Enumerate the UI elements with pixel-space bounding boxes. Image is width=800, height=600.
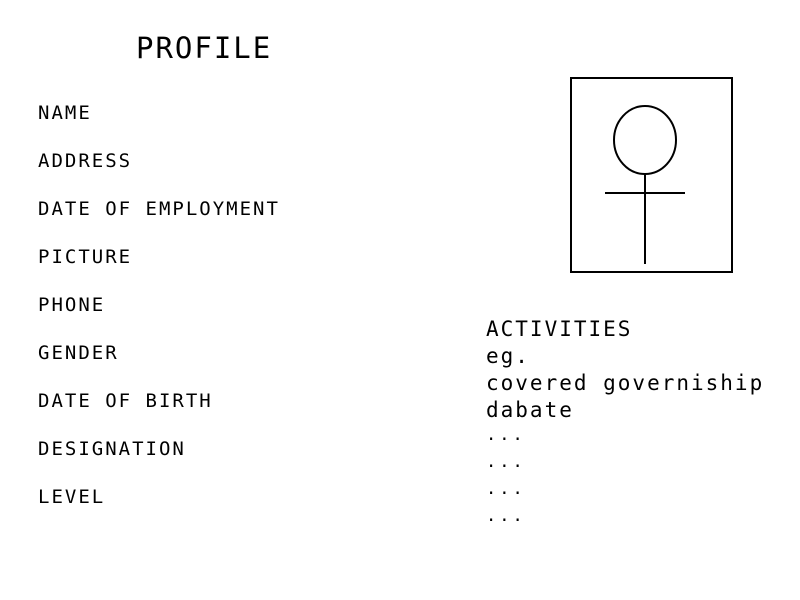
profile-field-list: NAME ADDRESS DATE OF EMPLOYMENT PICTURE …	[38, 100, 280, 532]
activity-placeholder-ellipsis: ...	[486, 506, 526, 526]
profile-picture-frame[interactable]	[570, 77, 733, 273]
activity-placeholder-ellipsis: ...	[486, 479, 526, 499]
field-label-date-of-birth: DATE OF BIRTH	[38, 390, 213, 412]
field-label-address: ADDRESS	[38, 150, 133, 172]
person-head	[613, 105, 677, 175]
field-label-phone: PHONE	[38, 294, 106, 316]
activities-example-label: eg.	[486, 344, 530, 368]
activities-heading: ACTIVITIES	[486, 317, 633, 341]
field-label-gender: GENDER	[38, 342, 119, 364]
activities-section: ACTIVITIES eg. covered governiship dabat…	[486, 316, 764, 532]
field-label-designation: DESIGNATION	[38, 438, 186, 460]
activity-item: dabate	[486, 398, 574, 422]
field-label-picture: PICTURE	[38, 246, 133, 268]
page-title: PROFILE	[136, 31, 273, 65]
activity-placeholder-ellipsis: ...	[486, 452, 526, 472]
field-label-date-of-employment: DATE OF EMPLOYMENT	[38, 198, 280, 220]
activity-item: covered governiship	[486, 371, 765, 395]
field-label-name: NAME	[38, 102, 92, 124]
activity-placeholder-ellipsis: ...	[486, 425, 526, 445]
field-label-level: LEVEL	[38, 486, 106, 508]
person-placeholder-icon	[605, 105, 685, 264]
